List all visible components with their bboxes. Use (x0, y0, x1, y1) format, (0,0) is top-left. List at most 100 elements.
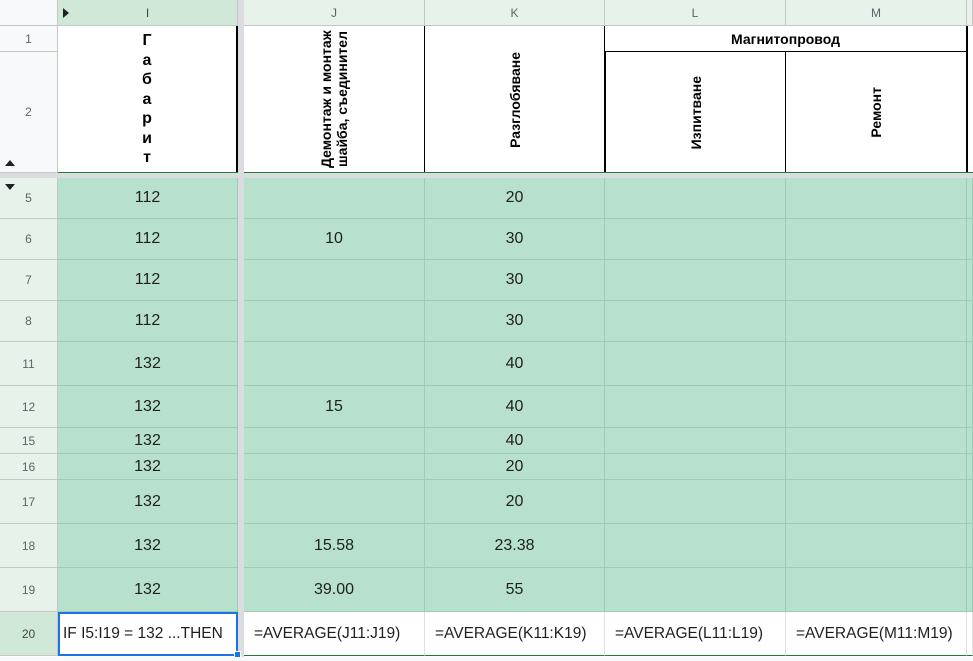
cell-n8[interactable] (967, 301, 973, 342)
cell-m11[interactable] (786, 342, 967, 386)
cell-i12[interactable]: 132 (58, 386, 238, 428)
header-cell-razglobyavane-text: Разглобяване (506, 51, 523, 148)
cell-l11[interactable] (605, 342, 786, 386)
cell-n6[interactable] (967, 219, 973, 260)
cell-j19[interactable]: 39.00 (244, 568, 425, 612)
cell-k8[interactable]: 30 (425, 301, 605, 342)
row-header-15[interactable]: 15 (0, 428, 58, 454)
cell-m7[interactable] (786, 260, 967, 301)
cell-j12[interactable]: 15 (244, 386, 425, 428)
cell-j7[interactable] (244, 260, 425, 301)
header-cell-gabarit: Габарит (58, 26, 238, 173)
cell-k16[interactable]: 20 (425, 454, 605, 480)
cell-l5[interactable] (605, 178, 786, 219)
header-cell-remont: Ремонт (786, 52, 967, 173)
column-header-k[interactable]: K (425, 0, 605, 26)
cell-i8[interactable]: 112 (58, 301, 238, 342)
column-header-l[interactable]: L (605, 0, 786, 26)
expand-column-group-icon[interactable] (63, 8, 69, 18)
cell-n18[interactable] (967, 524, 973, 568)
row-header-11[interactable]: 11 (0, 342, 58, 386)
cell-n7[interactable] (967, 260, 973, 301)
row-header-18[interactable]: 18 (0, 524, 58, 568)
cell-l20[interactable]: =AVERAGE(L11:L19) (605, 612, 786, 656)
cell-n17[interactable] (967, 480, 973, 524)
cell-l7[interactable] (605, 260, 786, 301)
cell-j18[interactable]: 15.58 (244, 524, 425, 568)
column-header-n[interactable] (967, 0, 973, 26)
cell-j17[interactable] (244, 480, 425, 524)
row-header-19[interactable]: 19 (0, 568, 58, 612)
collapse-row-group-icon[interactable] (5, 184, 15, 190)
cell-n15[interactable] (967, 428, 973, 454)
column-header-i[interactable]: I (58, 0, 238, 26)
column-header-m[interactable]: M (786, 0, 967, 26)
cell-m16[interactable] (786, 454, 967, 480)
cell-k20[interactable]: =AVERAGE(K11:K19) (425, 612, 605, 656)
row-header-8[interactable]: 8 (0, 301, 58, 342)
cell-j5[interactable] (244, 178, 425, 219)
cell-l17[interactable] (605, 480, 786, 524)
cell-j15[interactable] (244, 428, 425, 454)
cell-i6[interactable]: 112 (58, 219, 238, 260)
cell-i20[interactable]: IF I5:I19 = 132 ...THEN (58, 612, 238, 656)
cell-l6[interactable] (605, 219, 786, 260)
cell-n20[interactable] (967, 612, 973, 656)
row-header-16[interactable]: 16 (0, 454, 58, 480)
cell-m17[interactable] (786, 480, 967, 524)
cell-l18[interactable] (605, 524, 786, 568)
bottom-strip (0, 657, 973, 661)
cell-i16[interactable]: 132 (58, 454, 238, 480)
collapse-row-group-icon[interactable] (5, 160, 15, 166)
cell-l19[interactable] (605, 568, 786, 612)
cell-i5[interactable]: 112 (58, 178, 238, 219)
cell-i17[interactable]: 132 (58, 480, 238, 524)
cell-i11[interactable]: 132 (58, 342, 238, 386)
row-header-12[interactable]: 12 (0, 386, 58, 428)
cell-i18[interactable]: 132 (58, 524, 238, 568)
row-header-6[interactable]: 6 (0, 219, 58, 260)
cell-m6[interactable] (786, 219, 967, 260)
cell-j8[interactable] (244, 301, 425, 342)
cell-k5[interactable]: 20 (425, 178, 605, 219)
cell-k6[interactable]: 30 (425, 219, 605, 260)
cell-m19[interactable] (786, 568, 967, 612)
cell-n19[interactable] (967, 568, 973, 612)
cell-m5[interactable] (786, 178, 967, 219)
cell-n11[interactable] (967, 342, 973, 386)
cell-m12[interactable] (786, 386, 967, 428)
row-header-2[interactable]: 2 (0, 52, 58, 173)
cell-k15[interactable]: 40 (425, 428, 605, 454)
row-header-1[interactable]: 1 (0, 26, 58, 52)
cell-i7[interactable]: 112 (58, 260, 238, 301)
cell-i15[interactable]: 132 (58, 428, 238, 454)
cell-m20[interactable]: =AVERAGE(M11:M19) (786, 612, 967, 656)
cell-m18[interactable] (786, 524, 967, 568)
cell-l8[interactable] (605, 301, 786, 342)
row-header-20[interactable]: 20 (0, 612, 58, 656)
cell-j20[interactable]: =AVERAGE(J11:J19) (244, 612, 425, 656)
cell-j11[interactable] (244, 342, 425, 386)
cell-n12[interactable] (967, 386, 973, 428)
cell-n5[interactable] (967, 178, 973, 219)
cell-l15[interactable] (605, 428, 786, 454)
cell-k18[interactable]: 23.38 (425, 524, 605, 568)
cell-k12[interactable]: 40 (425, 386, 605, 428)
cell-k7[interactable]: 30 (425, 260, 605, 301)
row-header-17[interactable]: 17 (0, 480, 58, 524)
cell-m15[interactable] (786, 428, 967, 454)
cell-j6[interactable]: 10 (244, 219, 425, 260)
cell-l12[interactable] (605, 386, 786, 428)
cell-k11[interactable]: 40 (425, 342, 605, 386)
freeze-columns-handle[interactable] (238, 0, 244, 661)
row-header-7[interactable]: 7 (0, 260, 58, 301)
cell-n16[interactable] (967, 454, 973, 480)
cell-k19[interactable]: 55 (425, 568, 605, 612)
cell-k17[interactable]: 20 (425, 480, 605, 524)
cell-m8[interactable] (786, 301, 967, 342)
cell-j16[interactable] (244, 454, 425, 480)
select-all-corner[interactable] (0, 0, 58, 26)
cell-l16[interactable] (605, 454, 786, 480)
cell-i19[interactable]: 132 (58, 568, 238, 612)
column-header-j[interactable]: J (244, 0, 425, 26)
